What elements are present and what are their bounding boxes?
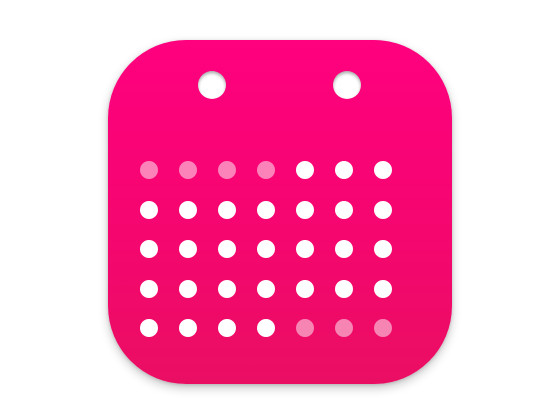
day-dot-icon	[218, 161, 236, 179]
day-dot-icon	[179, 279, 197, 298]
day-dot-icon	[179, 240, 197, 258]
day-dot-icon	[296, 240, 314, 258]
day-dot-icon	[374, 319, 392, 337]
day-dot-icon	[257, 200, 275, 219]
day-dot-icon	[296, 161, 314, 179]
day-dot-icon	[335, 319, 353, 337]
day-dot-icon	[140, 161, 158, 179]
day-dot-icon	[296, 279, 314, 298]
day-dot-icon	[374, 240, 392, 258]
day-dot-icon	[335, 279, 353, 298]
day-dot-icon	[218, 200, 236, 219]
day-dot-icon	[374, 200, 392, 219]
day-dot-icon	[257, 319, 275, 337]
day-dot-icon	[140, 319, 158, 337]
day-dot-icon	[296, 200, 314, 219]
day-dot-icon	[374, 161, 392, 179]
calendar-app-icon[interactable]	[108, 40, 452, 384]
day-dot-icon	[257, 240, 275, 258]
day-dot-icon	[140, 200, 158, 219]
day-dot-icon	[140, 279, 158, 298]
day-dot-icon	[335, 200, 353, 219]
day-dot-icon	[296, 319, 314, 337]
day-dot-icon	[179, 161, 197, 179]
day-dot-icon	[374, 279, 392, 298]
day-dot-icon	[218, 240, 236, 258]
day-dot-icon	[257, 161, 275, 179]
day-dot-icon	[335, 161, 353, 179]
day-dot-icon	[140, 240, 158, 258]
day-dot-icon	[179, 319, 197, 337]
day-dot-icon	[335, 240, 353, 258]
day-dot-icon	[218, 319, 236, 337]
stage	[0, 0, 560, 420]
calendar-day-grid	[108, 40, 452, 384]
day-dot-icon	[179, 200, 197, 219]
day-dot-icon	[218, 279, 236, 298]
day-dot-icon	[257, 279, 275, 298]
